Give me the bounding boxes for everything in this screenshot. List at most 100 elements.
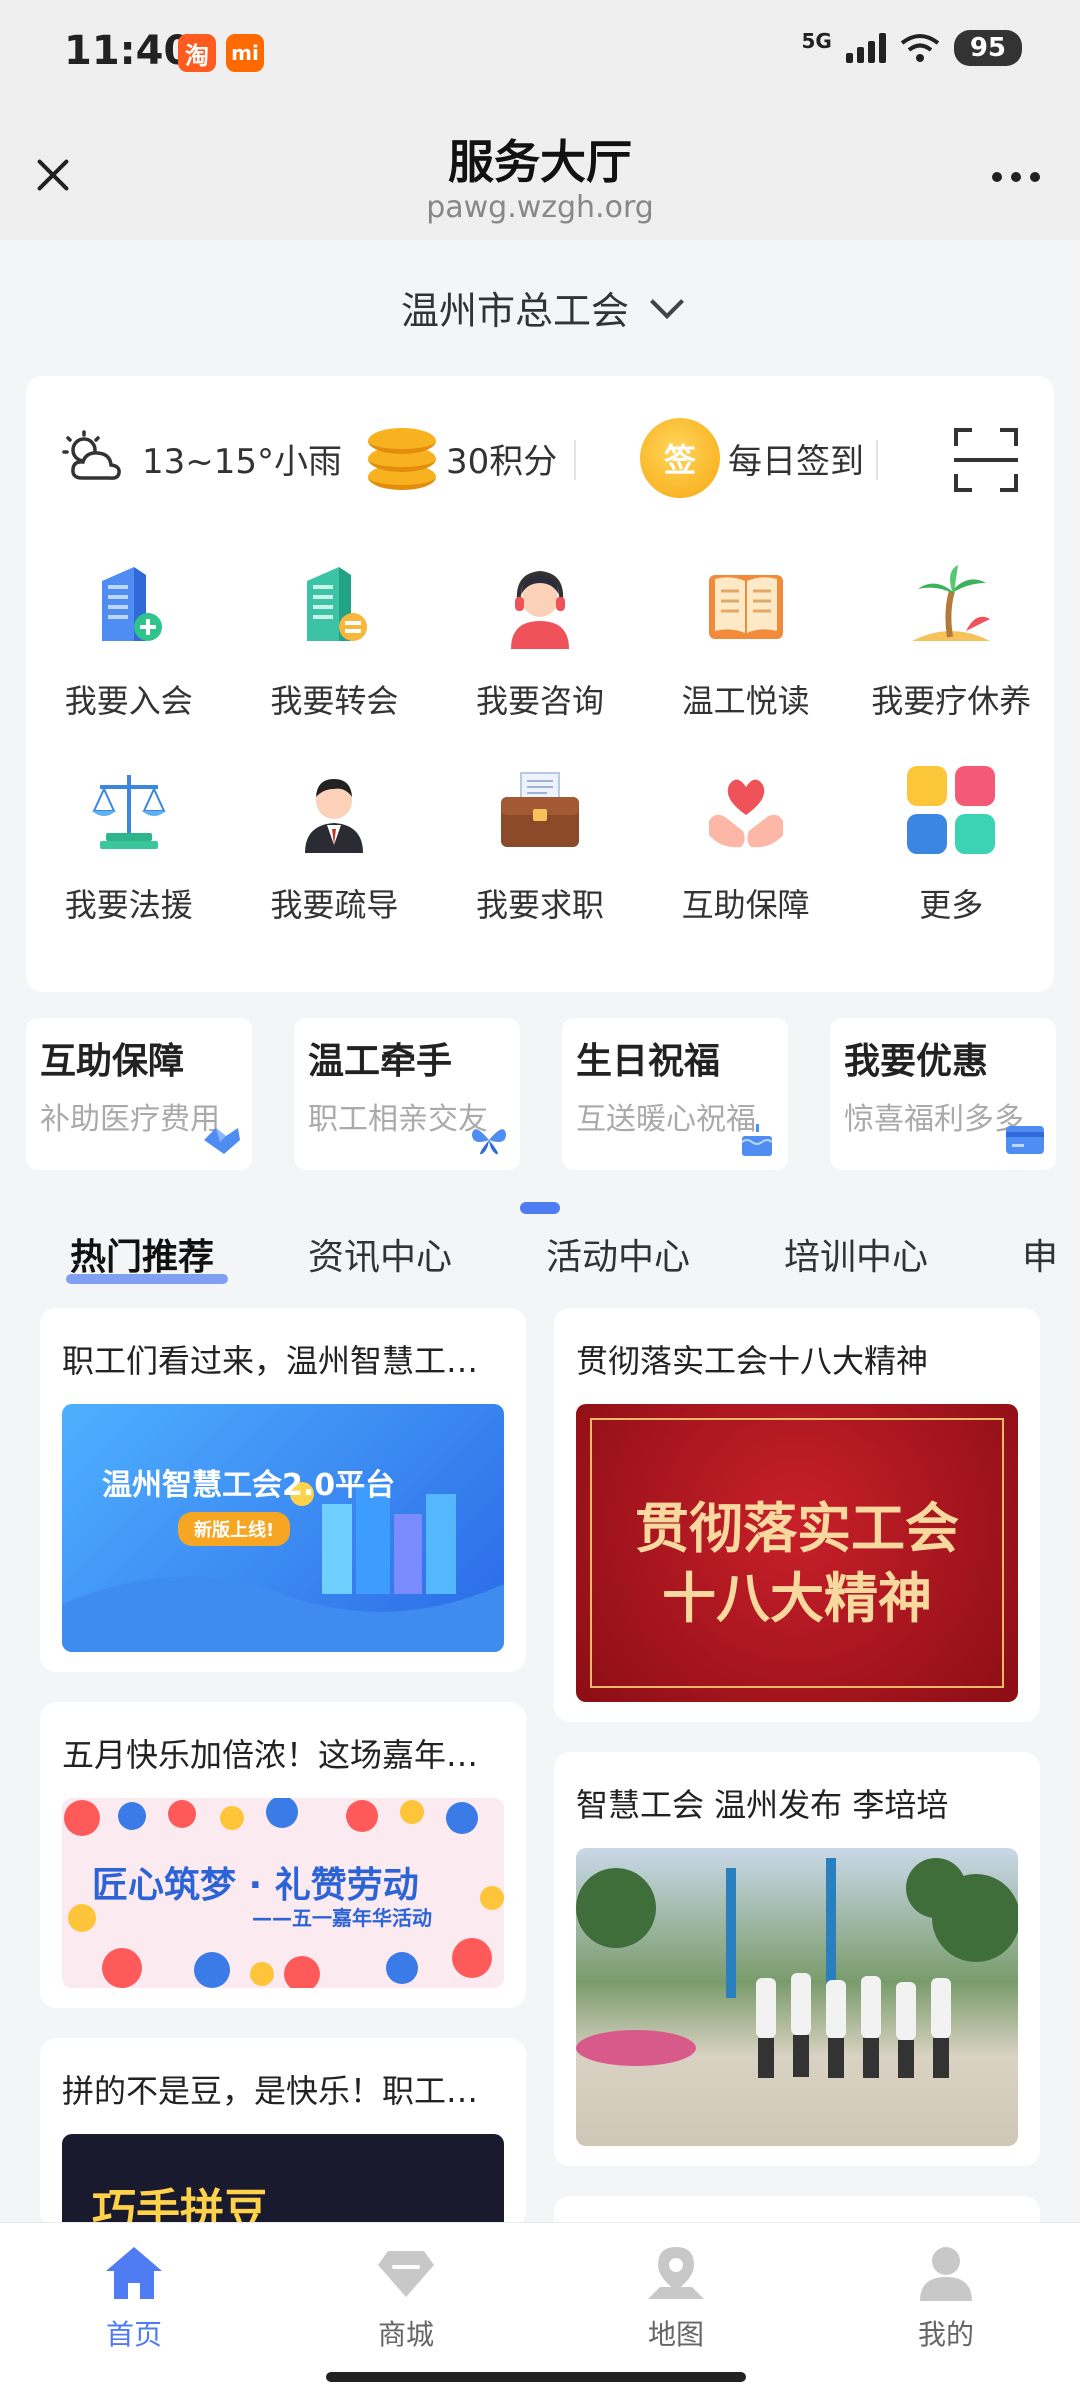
service-label: 我要入会 <box>64 682 193 720</box>
service-more[interactable]: 更多 <box>848 760 1054 926</box>
feed-image: 巧手拼豆 <box>62 2134 504 2228</box>
chevron-down-icon <box>650 284 684 319</box>
checkin-text: 每日签到 <box>728 441 864 482</box>
tab-activities[interactable]: 活动中心 <box>546 1228 690 1280</box>
info-row: 13~15°小雨 30积分 签 每日签到 <box>26 416 1054 500</box>
service-label: 更多 <box>919 886 984 924</box>
feed-title: 五月快乐加倍浓！这场嘉年华活动来了 <box>62 1736 504 1774</box>
service-mutual-aid[interactable]: 互助保障 <box>643 760 849 926</box>
page-title: 服务大厅 <box>448 135 632 189</box>
service-label: 温工悦读 <box>681 682 810 720</box>
nav-mall[interactable]: 商城 <box>326 2243 486 2353</box>
feed-image: 贯彻落实工会 十八大精神 <box>576 1404 1018 1702</box>
promo-row: 互助保障 补助医疗费用 温工牵手 职工相亲交友 生日祝福 互送暖心祝福 我要优惠… <box>26 1018 1056 1170</box>
feed-card[interactable]: 贯彻落实工会十八大精神 贯彻落实工会 十八大精神 <box>554 1308 1040 1722</box>
service-consult[interactable]: 我要咨询 <box>437 556 643 722</box>
nav-label: 商城 <box>377 2318 434 2351</box>
scan-icon[interactable] <box>954 428 1018 492</box>
open-book-icon <box>696 556 796 656</box>
promo-discount[interactable]: 我要优惠 惊喜福利多多 <box>830 1018 1056 1170</box>
service-label: 我要转会 <box>270 682 399 720</box>
title-bar: 服务大厅 pawg.wzgh.org <box>0 110 1080 240</box>
home-icon <box>106 2247 162 2299</box>
tab-hot[interactable]: 热门推荐 <box>70 1228 214 1280</box>
home-indicator[interactable] <box>326 2372 746 2382</box>
service-label: 我要求职 <box>475 886 604 924</box>
briefcase-icon <box>490 760 590 860</box>
feed-title: 贯彻落实工会十八大精神 <box>576 1342 929 1380</box>
signal-icon <box>845 33 886 63</box>
feed-image: 匠心筑梦 · 礼赞劳动 ——五一嘉年华活动 <box>62 1798 504 1988</box>
image-subheadline: 十八大精神 <box>662 1567 932 1630</box>
promo-mutual-aid[interactable]: 互助保障 补助医疗费用 <box>26 1018 252 1170</box>
tab-training[interactable]: 培训中心 <box>784 1228 928 1280</box>
feed-title: 拼的不是豆，是快乐！职工拼豆活动 <box>62 2072 504 2110</box>
points-widget[interactable]: 30积分 <box>368 416 557 500</box>
nav-label: 我的 <box>917 2318 974 2351</box>
image-headline: 温州智慧工会2.0平台 <box>102 1468 396 1503</box>
nav-home[interactable]: 首页 <box>54 2243 214 2353</box>
service-counseling[interactable]: 我要疏导 <box>232 760 438 926</box>
service-legal-aid[interactable]: 我要法援 <box>26 760 232 926</box>
weather-widget[interactable]: 13~15°小雨 <box>60 430 342 486</box>
user-icon <box>920 2247 972 2301</box>
service-grid: 我要入会 我要转会 我要咨询 温工悦读 我要疗休养 我要法援 我要疏导 我要求职… <box>26 556 1054 926</box>
service-reading[interactable]: 温工悦读 <box>643 556 849 722</box>
nav-map[interactable]: 地图 <box>596 2243 756 2353</box>
service-transfer[interactable]: 我要转会 <box>232 556 438 722</box>
feed-card[interactable]: 五月快乐加倍浓！这场嘉年华活动来了 匠心筑梦 · 礼赞劳动 ——五一嘉年华活动 <box>40 1702 526 2008</box>
parade-photo <box>576 1858 1018 2078</box>
more-options-button[interactable] <box>992 172 1040 182</box>
service-card: 13~15°小雨 30积分 签 每日签到 我要入会 我要转会 我要咨询 温工悦读… <box>26 376 1054 992</box>
card-icon <box>1006 1126 1044 1154</box>
taobao-app-icon: 淘 <box>178 34 216 72</box>
battery-indicator: 95 <box>953 30 1022 66</box>
service-label: 我要疗休养 <box>871 682 1032 720</box>
handshake-icon <box>204 1128 240 1154</box>
carousel-indicator <box>520 1202 560 1214</box>
service-vacation[interactable]: 我要疗休养 <box>848 556 1054 722</box>
scales-icon <box>79 760 179 860</box>
service-join[interactable]: 我要入会 <box>26 556 232 722</box>
image-headline: 贯彻落实工会 <box>635 1497 959 1560</box>
nav-label: 首页 <box>105 2318 162 2351</box>
feed-card[interactable]: 智慧工会 温州发布 李培培 <box>554 1752 1040 2166</box>
status-time: 11:40 <box>64 28 192 74</box>
promo-matchmaking[interactable]: 温工牵手 职工相亲交友 <box>294 1018 520 1170</box>
content-tabs: 热门推荐 资讯中心 活动中心 培训中心 申 <box>0 1222 1080 1292</box>
divider <box>574 440 576 480</box>
daily-checkin[interactable]: 签 每日签到 <box>640 416 864 500</box>
nav-mine[interactable]: 我的 <box>866 2243 1026 2353</box>
image-headline: 巧手拼豆 <box>92 2185 268 2228</box>
cake-icon <box>741 1124 773 1156</box>
active-tab-underline <box>66 1274 228 1284</box>
tab-news[interactable]: 资讯中心 <box>308 1228 452 1280</box>
org-selector[interactable]: 温州市总工会 <box>0 280 1080 335</box>
promo-title: 生日祝福 <box>576 1041 721 1082</box>
palm-beach-icon <box>901 556 1001 656</box>
tab-apply[interactable]: 申 <box>1022 1228 1058 1280</box>
divider <box>876 440 878 480</box>
cloud-sun-icon <box>62 430 121 480</box>
butterfly-icon <box>472 1129 506 1155</box>
coin-stack-icon <box>368 422 436 494</box>
feed-title: 智慧工会 温州发布 李培培 <box>576 1786 949 1824</box>
service-label: 我要咨询 <box>475 682 604 720</box>
promo-title: 温工牵手 <box>308 1041 453 1082</box>
feed-title: 职工们看过来，温州智慧工会2.0平台新版上线！ <box>62 1342 504 1380</box>
image-subheadline: ——五一嘉年华活动 <box>252 1906 432 1930</box>
feed-image <box>576 1848 1018 2146</box>
wifi-icon <box>900 34 940 62</box>
service-job-seeking[interactable]: 我要求职 <box>437 760 643 926</box>
promo-birthday[interactable]: 生日祝福 互送暖心祝福 <box>562 1018 788 1170</box>
feed-card[interactable]: 拼的不是豆，是快乐！职工拼豆活动 巧手拼豆 <box>40 2038 526 2228</box>
diamond-icon <box>378 2251 434 2297</box>
org-name: 温州市总工会 <box>400 289 629 333</box>
image-badge: 新版上线! <box>178 1512 291 1546</box>
points-text: 30积分 <box>446 441 558 482</box>
status-indicators: 5G 95 <box>801 30 1022 66</box>
weather-text: 13~15°小雨 <box>142 441 343 482</box>
feed-card[interactable]: 职工们看过来，温州智慧工会2.0平台新版上线！ 温州智慧工会2.0平台 新版上线… <box>40 1308 526 1672</box>
service-label: 我要法援 <box>64 886 193 924</box>
counselor-icon <box>284 760 384 860</box>
